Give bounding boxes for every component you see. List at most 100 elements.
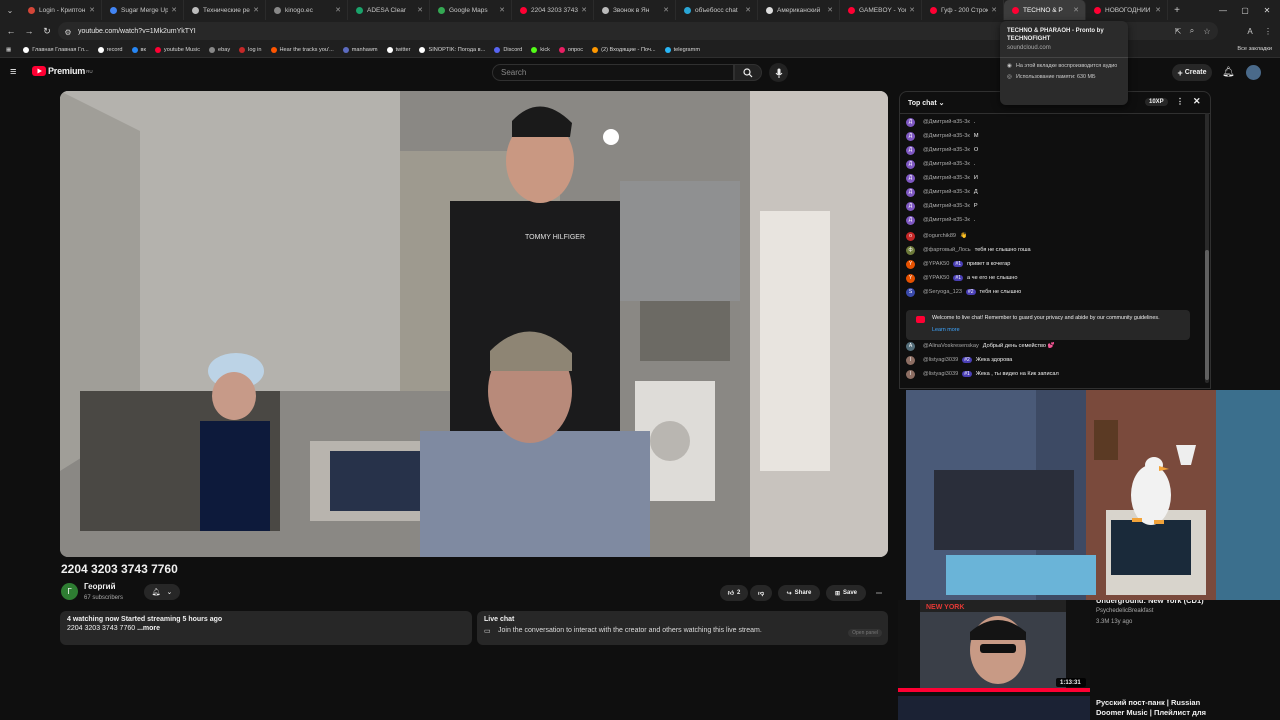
- maximize-icon[interactable]: ▢: [1234, 0, 1256, 20]
- recommendation-channel[interactable]: PsychedelicBreakfast: [1096, 608, 1153, 614]
- chat-author[interactable]: @Дмитрий-в35-3к: [923, 203, 970, 209]
- chat-avatar[interactable]: Y: [906, 259, 915, 269]
- tab-close-icon[interactable]: ✕: [171, 6, 177, 14]
- chat-avatar[interactable]: S: [906, 287, 915, 297]
- bookmark-item[interactable]: manhawm: [342, 46, 378, 53]
- chat-avatar[interactable]: Д: [906, 173, 915, 183]
- chat-message[interactable]: Y @YPAK50 #1 а че его не слышно: [906, 272, 1017, 284]
- picture-in-picture-window[interactable]: [906, 390, 1280, 600]
- create-button[interactable]: + Create: [1172, 64, 1212, 81]
- chat-avatar[interactable]: Y: [906, 273, 915, 283]
- browser-tab[interactable]: Login - Криптон ✕: [20, 0, 102, 20]
- chat-more-icon[interactable]: ⋮: [1176, 97, 1184, 106]
- channel-avatar[interactable]: Г: [61, 583, 78, 600]
- chat-author[interactable]: @Дмитрий-в35-3к: [923, 175, 970, 181]
- chat-avatar[interactable]: Д: [906, 117, 915, 127]
- chat-author[interactable]: @listyagi3039: [923, 371, 958, 377]
- tab-close-icon[interactable]: ✕: [745, 6, 751, 14]
- share-button[interactable]: ↪ Share: [778, 585, 820, 601]
- chat-avatar[interactable]: Д: [906, 159, 915, 169]
- chat-author[interactable]: @Дмитрий-в35-3к: [923, 189, 970, 195]
- bookmark-item[interactable]: Discord: [494, 46, 522, 53]
- chat-message[interactable]: A @AlinaVoskresenskay Добрый день семейств…: [906, 340, 1055, 352]
- like-button[interactable]: 👍︎ 2: [720, 585, 748, 601]
- chat-mode-dropdown[interactable]: Top chat ⌄: [908, 99, 944, 107]
- browser-tab[interactable]: 2204 3203 3743 ✕: [512, 0, 594, 20]
- open-panel-button[interactable]: Open panel: [848, 629, 882, 637]
- forward-icon[interactable]: →: [22, 24, 36, 38]
- bookmark-item[interactable]: Главная Главная Гл...: [23, 46, 89, 53]
- chat-author[interactable]: @listyagi3039: [923, 357, 958, 363]
- chat-avatar[interactable]: Д: [906, 131, 915, 141]
- chat-author[interactable]: @ogurchik89: [923, 233, 956, 239]
- chat-message[interactable]: Д @Дмитрий-в35-3к И: [906, 172, 978, 184]
- account-avatar[interactable]: [1246, 65, 1261, 80]
- chat-author[interactable]: @Дмитрий-в35-3к: [923, 119, 970, 125]
- tab-close-icon[interactable]: ✕: [499, 6, 505, 14]
- channel-name[interactable]: Георгий: [84, 582, 116, 591]
- tab-close-icon[interactable]: ✕: [417, 6, 423, 14]
- browser-tab[interactable]: НОВОГОДНИЙ ✕: [1086, 0, 1168, 20]
- browser-tab[interactable]: Звонок в Ян ✕: [594, 0, 676, 20]
- bookmark-item[interactable]: SINOPTIK: Погода в...: [419, 46, 485, 53]
- browser-tab[interactable]: Google Maps ✕: [430, 0, 512, 20]
- chat-message[interactable]: Д @Дмитрий-в35-3к.: [906, 116, 975, 128]
- chat-message[interactable]: Д @Дмитрий-в35-3к.: [906, 214, 975, 226]
- chat-close-icon[interactable]: ✕: [1193, 96, 1201, 107]
- tab-close-icon[interactable]: ✕: [253, 6, 259, 14]
- chat-message[interactable]: l @listyagi3039 #1 Жека , ты видео на Кик з…: [906, 368, 1059, 380]
- chat-avatar[interactable]: l: [906, 355, 915, 365]
- chat-avatar[interactable]: ф: [906, 245, 915, 255]
- learn-more-link[interactable]: Learn more: [932, 327, 1184, 335]
- tab-close-icon[interactable]: ✕: [663, 6, 669, 14]
- browser-tab[interactable]: kinogo.ec ✕: [266, 0, 348, 20]
- bookmark-item[interactable]: kick: [531, 46, 550, 53]
- reload-icon[interactable]: ↻: [40, 24, 54, 38]
- chat-author[interactable]: @Дмитрий-в35-3к: [923, 217, 970, 223]
- browser-tab[interactable]: объебосс chat ✕: [676, 0, 758, 20]
- browser-tab[interactable]: Технические ре ✕: [184, 0, 266, 20]
- chat-avatar[interactable]: Д: [906, 187, 915, 197]
- subscription-bell-button[interactable]: 🔔︎ ⌄: [144, 584, 180, 600]
- recommendation-thumbnail-2[interactable]: [898, 696, 1090, 720]
- bookmark-item[interactable]: twitter: [386, 46, 410, 53]
- browser-tab[interactable]: ADESA Clear ✕: [348, 0, 430, 20]
- youtube-logo[interactable]: Premium RU: [32, 66, 93, 76]
- hamburger-menu-icon[interactable]: ≡: [10, 66, 16, 78]
- new-tab-button[interactable]: +: [1168, 5, 1186, 16]
- bookmark-item[interactable]: youtube Music: [154, 46, 200, 53]
- bookmark-item[interactable]: telegramm: [664, 46, 700, 53]
- chat-message[interactable]: l @listyagi3039 #2 Жека здорова: [906, 354, 1012, 366]
- apps-icon[interactable]: ▦: [6, 47, 11, 53]
- bookmark-star-icon[interactable]: ☆: [1201, 25, 1213, 37]
- chat-avatar[interactable]: Д: [906, 215, 915, 225]
- back-icon[interactable]: ←: [4, 24, 18, 38]
- search-input[interactable]: Search: [492, 64, 734, 81]
- open-in-app-icon[interactable]: ⇱: [1172, 25, 1184, 37]
- browser-tab[interactable]: Гуф - 200 Строк ✕: [922, 0, 1004, 20]
- tab-close-icon[interactable]: ✕: [827, 6, 833, 14]
- chat-message[interactable]: Д @Дмитрий-в35-3к Р: [906, 200, 978, 212]
- bookmark-item[interactable]: log in: [239, 46, 262, 53]
- site-info-icon[interactable]: ⚙: [62, 26, 74, 38]
- zoom-icon[interactable]: ⌕: [1186, 25, 1198, 37]
- bookmark-item[interactable]: (2) Входящие - Поч...: [592, 46, 656, 53]
- window-close-icon[interactable]: ✕: [1256, 0, 1278, 20]
- chat-avatar[interactable]: l: [906, 369, 915, 379]
- chat-avatar[interactable]: A: [906, 341, 915, 351]
- chat-author[interactable]: @YPAK50: [923, 275, 949, 281]
- recommendation-thumbnail[interactable]: NEW YORK 1:13:31: [898, 600, 1090, 692]
- tab-close-icon[interactable]: ✕: [1155, 6, 1161, 14]
- video-player[interactable]: TOMMY HILFIGER: [60, 91, 888, 557]
- browser-tab[interactable]: Sugar Merge Up ✕: [102, 0, 184, 20]
- chat-scrollbar-thumb[interactable]: [1205, 250, 1209, 380]
- all-bookmarks-button[interactable]: Все закладки: [1237, 46, 1272, 52]
- chat-message[interactable]: S @Seryoga_123 #2 тебя не слышно: [906, 286, 1021, 298]
- description-box[interactable]: 4 watching now Started streaming 5 hours…: [60, 611, 472, 645]
- bookmark-item[interactable]: опрос: [558, 46, 583, 53]
- boost-badge[interactable]: 10XP: [1145, 98, 1168, 106]
- more-actions-icon[interactable]: ⋯: [870, 585, 888, 601]
- chat-author[interactable]: @Дмитрий-в35-3к: [923, 133, 970, 139]
- bookmark-item[interactable]: вк: [131, 46, 146, 53]
- chat-message[interactable]: Д @Дмитрий-в35-3к.: [906, 158, 975, 170]
